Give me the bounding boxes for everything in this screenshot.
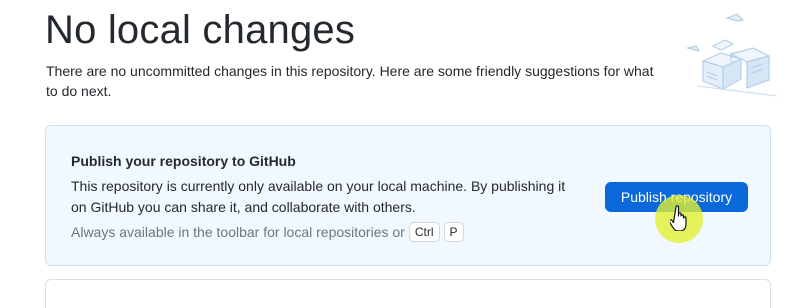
page-subtitle: There are no uncommitted changes in this…	[46, 63, 654, 99]
hint-text: Always available in the toolbar for loca…	[71, 224, 405, 240]
no-local-changes-view: No local changes There are no uncommitte…	[0, 0, 799, 308]
kbd-ctrl: Ctrl	[408, 222, 440, 242]
publish-repository-card: Publish your repository to GitHub This r…	[45, 125, 771, 266]
empty-boxes-illustration-icon	[685, 13, 778, 97]
hand-pointer-icon	[670, 205, 687, 231]
card-description: This repository is currently only availa…	[71, 178, 566, 215]
kbd-p: P	[443, 222, 464, 242]
card-hint: Always available in the toolbar for loca…	[71, 221, 464, 243]
page-title: No local changes	[45, 8, 356, 52]
card-title: Publish your repository to GitHub	[71, 153, 296, 169]
next-suggestion-card	[45, 279, 771, 308]
